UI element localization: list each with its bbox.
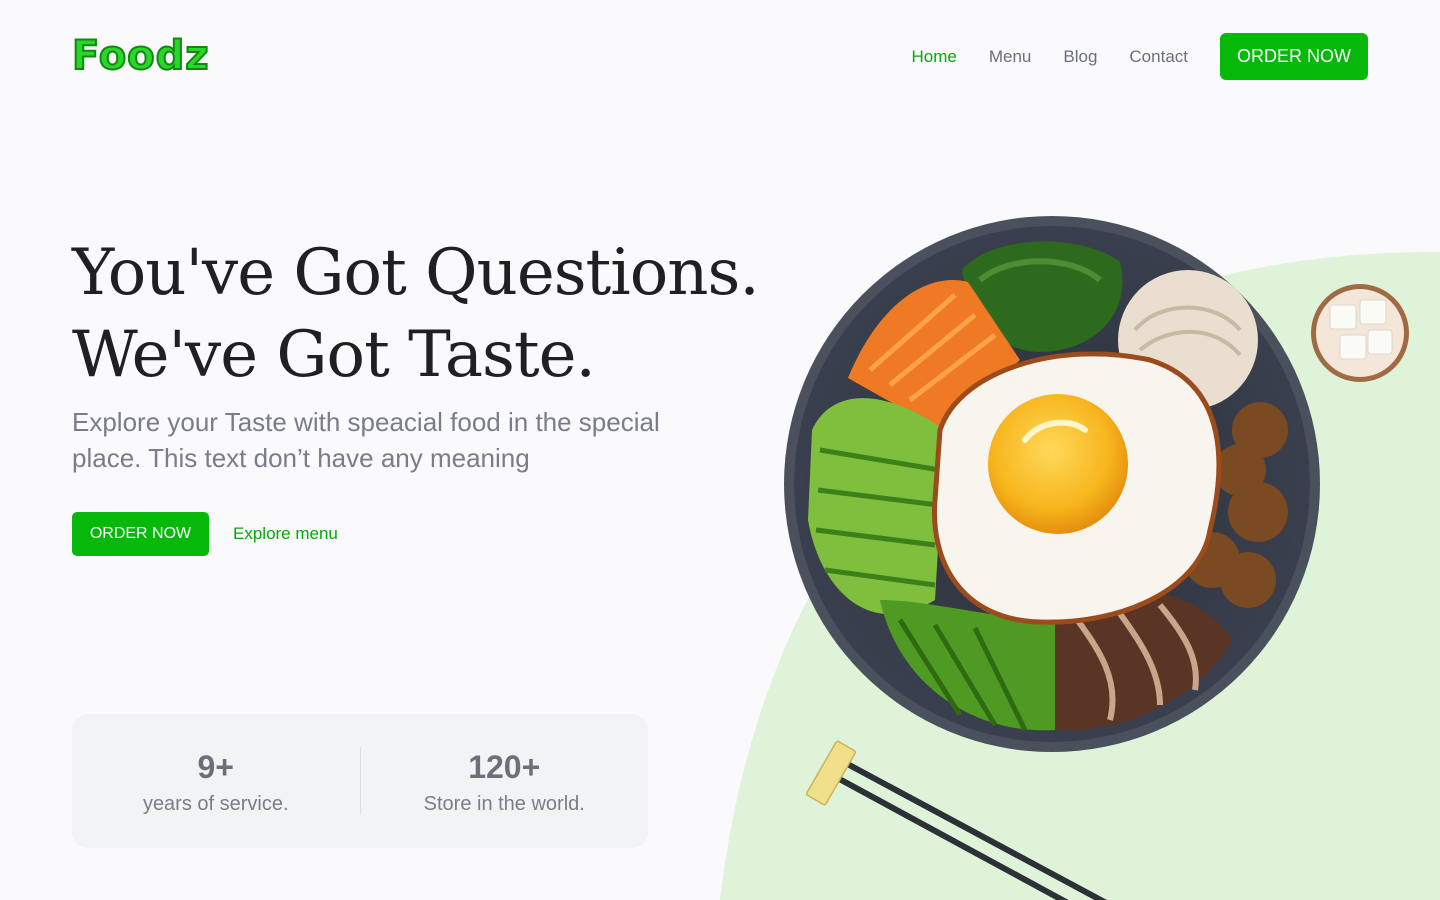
hero-subtitle: Explore your Taste with speacial food in… (72, 407, 660, 473)
explore-menu-link[interactable]: Explore menu (233, 524, 338, 544)
nav-home-link[interactable]: Home (911, 47, 956, 67)
nav-menu-link[interactable]: Menu (989, 47, 1032, 67)
hero-title: You've Got Questions. We've Got Taste. (72, 232, 760, 396)
header-order-now-button[interactable]: ORDER NOW (1220, 33, 1368, 80)
bibimbap-bowl-icon (784, 216, 1320, 752)
hero-cta-row: ORDER NOW Explore menu (72, 512, 338, 556)
hero-title-line-2: We've Got Taste. (72, 318, 596, 392)
landing-page: Foodz Home Menu Blog Contact ORDER NOW Y… (0, 0, 1440, 900)
tofu-bowl-icon (1311, 284, 1409, 382)
stat-stores-value: 120+ (468, 748, 541, 785)
stat-years-value: 9+ (197, 748, 234, 785)
nav-blog-link[interactable]: Blog (1063, 47, 1097, 67)
hero-order-now-button[interactable]: ORDER NOW (72, 512, 209, 556)
stat-years-label: years of service. (142, 792, 289, 815)
stat-stores-label: Store in the world. (423, 792, 585, 815)
stat-stores: 120+ Store in the world. (361, 747, 649, 816)
hero-title-line-1: You've Got Questions. (72, 236, 760, 310)
stat-years: 9+ years of service. (72, 747, 360, 816)
logo[interactable]: Foodz (71, 33, 210, 79)
main-nav: Home Menu Blog Contact ORDER NOW (879, 33, 1368, 80)
nav-contact-link[interactable]: Contact (1129, 47, 1188, 67)
stats-card: 9+ years of service. 120+ Store in the w… (72, 714, 648, 848)
